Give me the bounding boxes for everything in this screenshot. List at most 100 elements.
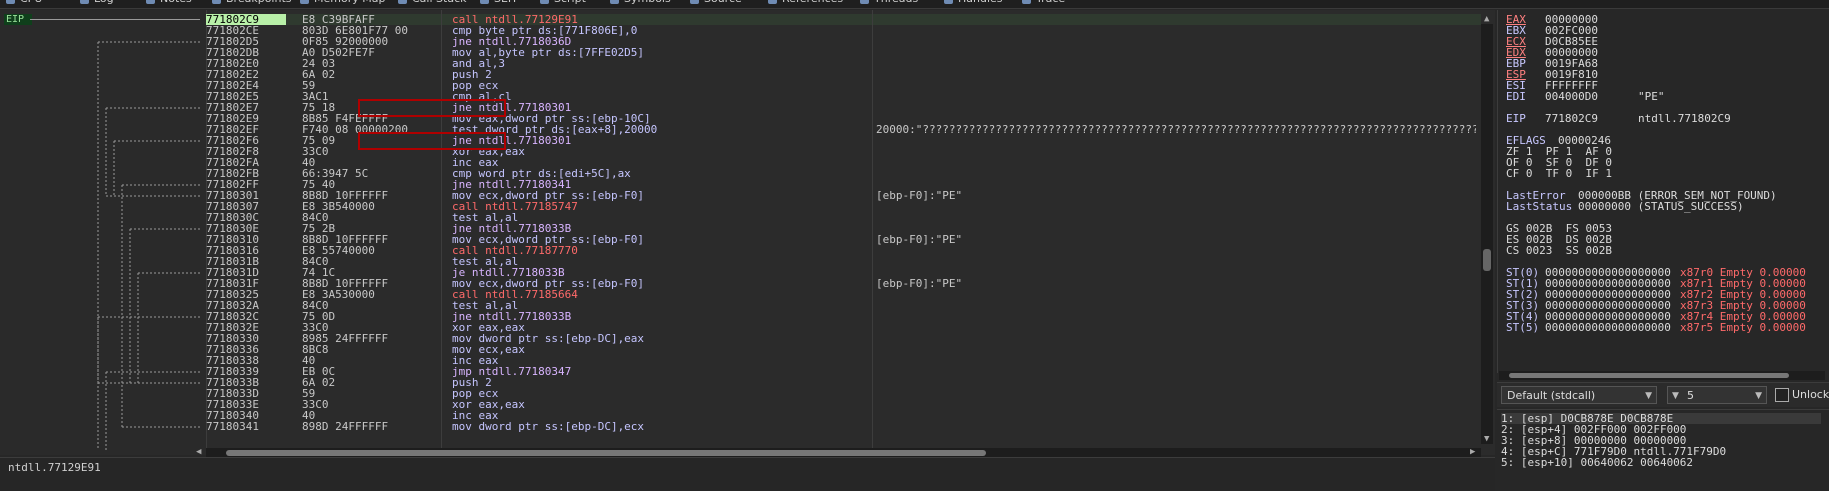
disasm-row[interactable]: 7718033E 33C0 xor eax,eax [206,399,1481,410]
scroll-down-icon[interactable]: ▼ [1484,434,1489,444]
vertical-scrollbar[interactable] [1481,24,1493,444]
tab-notes[interactable]: Notes [146,0,192,6]
disasm-row[interactable]: 7718033B 6A 02 push 2 [206,377,1481,388]
disassembly-pane[interactable]: EIP 771802C9 E8 C39BFAFF call ntdll.77129E… [0,10,1495,458]
disasm-row[interactable]: 77180341 898D 24FFFFFF mov dword ptr ss:[e… [206,421,1481,432]
disasm-row[interactable]: 7718031F 8B8D 10FFFFFF mov ecx,dword ptr s… [206,278,1481,289]
tab-references[interactable]: References [768,0,843,6]
disasm-row[interactable]: 77180330 8985 24FFFFFF mov dword ptr ss:[e… [206,333,1481,344]
registers-pane[interactable]: EAX 00000000 EBX 002FC000 ECX D0CB85EE EDX 0000… [1497,10,1829,373]
tab-log[interactable]: Log [80,0,114,6]
flags-row[interactable]: CF 0 TF 0 IF 1 [1506,168,1612,179]
register-name: EIP [1506,112,1526,125]
highlight-box [358,99,506,117]
last-status-row[interactable]: LastStatus 00000000 (STATUS_SUCCESS) [1498,201,1828,212]
disasm-row[interactable]: 7718030E 75 2B jne ntdll.7718033B [206,223,1481,234]
disasm-row[interactable]: 77180316 E8 55740000 call ntdll.77187770 [206,245,1481,256]
tab-cpu[interactable]: CPU [6,0,42,6]
source-icon [690,0,699,4]
argcount-select[interactable]: ▼ 5 ▼ [1667,386,1767,404]
comment-cell: 20000:"?????????????????????????????????… [876,124,1476,135]
segment-row[interactable]: CS 0023 SS 002B [1506,245,1612,256]
scroll-left-icon[interactable]: ◀ [196,447,201,457]
tab-label: Threads [874,0,918,5]
disasm-row[interactable]: 77180307 E8 3B540000 call ntdll.77185747 [206,201,1481,212]
scroll-up-icon[interactable]: ▲ [1484,14,1489,24]
tab-threads[interactable]: Threads [860,0,918,6]
disasm-row[interactable]: 7718032A 84C0 test al,al [206,300,1481,311]
scroll-thumb[interactable] [1509,373,1789,378]
callconv-select[interactable]: Default (stdcall) ▼ [1501,386,1657,404]
bytes-cell: 6A 02 [302,376,336,389]
tab-call-stack[interactable]: Call Stack [398,0,466,6]
tab-trace[interactable]: Trace [1022,0,1065,6]
disasm-row[interactable]: 77180310 8B8D 10FFFFFF mov ecx,dword ptr s… [206,234,1481,245]
tab-label: References [782,0,843,5]
tab-label: Call Stack [412,0,466,5]
tab-breakpoints[interactable]: Breakpoints [212,0,292,6]
disasm-row[interactable]: 7718033D 59 pop ecx [206,388,1481,399]
register-row-eip[interactable]: EIP 771802C9 ntdll.771802C9 [1498,113,1828,124]
tab-seh[interactable]: SEH [480,0,516,6]
register-value: 004000D0 [1545,90,1598,103]
disasm-row[interactable]: 771802FB 66:3947 5C cmp word ptr ds:[edi+5… [206,168,1481,179]
tab-script[interactable]: Script [540,0,586,6]
instruction-cell: push 2 [452,376,492,389]
tab-label: CPU [20,0,42,5]
disasm-row[interactable]: 771802E2 6A 02 push 2 [206,69,1481,80]
bytes-cell: 898D 24FFFFFF [302,420,389,433]
column-separator [441,10,442,455]
references-icon [768,0,777,4]
disasm-row[interactable]: 77180301 8B8D 10FFFFFF mov ecx,dword ptr s… [206,190,1481,201]
tab-source[interactable]: Source [690,0,742,6]
disasm-row[interactable]: 77180339 EB 0C jmp ntdll.77180347 [206,366,1481,377]
register-name: ST(5) [1506,321,1540,334]
cpu-icon [6,0,15,4]
stack-arg-row[interactable]: 5: [esp+10] 00640062 00640062 [1501,457,1821,468]
symbols-icon [610,0,619,4]
script-icon [540,0,549,4]
tab-handles[interactable]: Handles [944,0,1003,6]
register-comment: "PE" [1638,90,1665,103]
scroll-thumb[interactable] [226,450,986,456]
scroll-right-icon[interactable]: ▶ [1470,447,1475,457]
disasm-row[interactable]: 77180336 8BC8 mov ecx,eax [206,344,1481,355]
scroll-thumb[interactable] [1483,249,1491,271]
disasm-row[interactable]: 7718032C 75 0D jne ntdll.7718033B [206,311,1481,322]
stack-args-pane[interactable]: 1: [esp] D0CB878E D0CB878E 2: [esp+4] 002… [1497,409,1829,491]
instruction-cell: push 2 [452,68,492,81]
register-row[interactable]: EDI 004000D0 "PE" [1498,91,1828,102]
disasm-row[interactable]: 7718031B 84C0 test al,al [206,256,1481,267]
disasm-row[interactable]: 771802CE 803D 6E801F77 00 cmp byte ptr ds:… [206,25,1481,36]
disasm-row[interactable]: 7718031D 74 1C je ntdll.7718033B [206,267,1481,278]
disasm-row[interactable]: 771802E4 59 pop ecx [206,80,1481,91]
instruction-cell: mov al,byte ptr ds:[7FFE02D5] [452,46,645,59]
instruction-cell: and al,3 [452,57,505,70]
instruction-cell: mov ecx,eax [452,343,525,356]
disasm-row[interactable]: 77180338 40 inc eax [206,355,1481,366]
disasm-row[interactable]: 771802E0 24 03 and al,3 [206,58,1481,69]
register-name: LastStatus [1506,200,1573,213]
disasm-row[interactable]: 7718030C 84C0 test al,al [206,212,1481,223]
disasm-row[interactable]: 771802FF 75 40 jne ntdll.77180341 [206,179,1481,190]
tab-memory-map[interactable]: Memory Map [300,0,385,6]
registers-horizontal-scrollbar[interactable] [1499,371,1825,380]
handles-icon [944,0,953,4]
tab-label: Symbols [624,0,671,5]
tab-label: Handles [958,0,1003,5]
register-value: 00000000 (STATUS_SUCCESS) [1578,200,1744,213]
fpu-row[interactable]: ST(5) 0000000000000000000 x87r5 Empty 0.00… [1498,322,1829,333]
disasm-row[interactable]: 771802DB A0 D502FE7F mov al,byte ptr ds:[7… [206,47,1481,58]
unlock-checkbox[interactable] [1775,388,1789,402]
tab-label: Log [94,0,114,5]
disasm-row[interactable]: 77180325 E8 3A530000 call ntdll.77185664 [206,289,1481,300]
disasm-row[interactable]: 7718032E 33C0 xor eax,eax [206,322,1481,333]
tab-symbols[interactable]: Symbols [610,0,671,6]
disasm-row[interactable]: 771802FA 40 inc eax [206,157,1481,168]
address-cell: 77180341 [206,420,259,433]
comment-cell: [ebp-F0]:"PE" [876,234,963,245]
tab-label: Trace [1036,0,1065,5]
disasm-row[interactable]: 771802D5 0F85 92000000 jne ntdll.7718036D [206,36,1481,47]
tab-bar: CPU Log Notes Breakpoints Memory Map Call Sta… [0,0,1829,9]
disasm-row[interactable]: 77180340 40 inc eax [206,410,1481,421]
